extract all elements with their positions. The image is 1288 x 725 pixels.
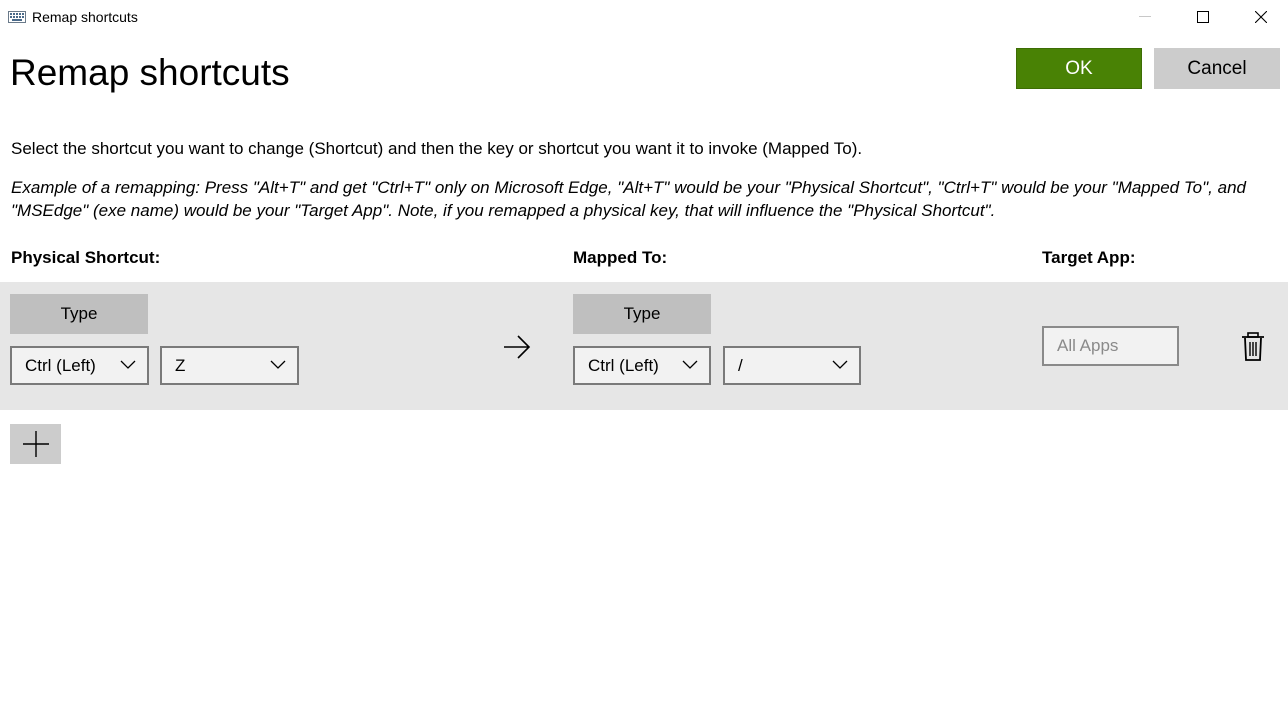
instruction-text: Select the shortcut you want to change (… [11,139,863,158]
trash-icon[interactable] [1241,332,1265,362]
physical-key-dropdown[interactable]: Z [160,346,299,385]
title-bar: Remap shortcuts [0,0,1288,34]
chevron-down-icon [682,360,698,369]
target-app-header: Target App: [1042,248,1136,267]
chevron-down-icon [120,360,136,369]
close-button[interactable] [1232,0,1288,34]
keyboard-icon [8,11,26,23]
plus-icon [22,431,49,457]
window-title: Remap shortcuts [32,9,138,25]
close-icon [1255,11,1267,23]
chevron-down-icon [270,360,286,369]
ok-button[interactable]: OK [1016,48,1142,89]
mapped-modifier-value: Ctrl (Left) [588,355,659,375]
page-title: Remap shortcuts [10,52,290,93]
arrow-right-icon [504,335,531,359]
physical-modifier-value: Ctrl (Left) [25,355,96,375]
mapped-modifier-dropdown[interactable]: Ctrl (Left) [573,346,711,385]
physical-shortcut-header: Physical Shortcut: [11,248,161,267]
mapped-to-header: Mapped To: [573,248,668,267]
example-text: Example of a remapping: Press "Alt+T" an… [11,178,1246,220]
maximize-button[interactable] [1174,0,1232,34]
add-shortcut-button[interactable] [10,424,61,464]
physical-modifier-dropdown[interactable]: Ctrl (Left) [10,346,149,385]
physical-type-button[interactable]: Type [10,294,148,334]
mapped-type-button[interactable]: Type [573,294,711,334]
minimize-icon [1139,16,1151,17]
minimize-button[interactable] [1116,0,1174,34]
target-app-input[interactable]: All Apps [1042,326,1179,366]
mapped-key-dropdown[interactable]: / [723,346,861,385]
chevron-down-icon [832,360,848,369]
maximize-icon [1197,11,1209,23]
mapped-key-value: / [738,355,743,375]
physical-key-value: Z [175,355,186,375]
cancel-button[interactable]: Cancel [1154,48,1280,89]
